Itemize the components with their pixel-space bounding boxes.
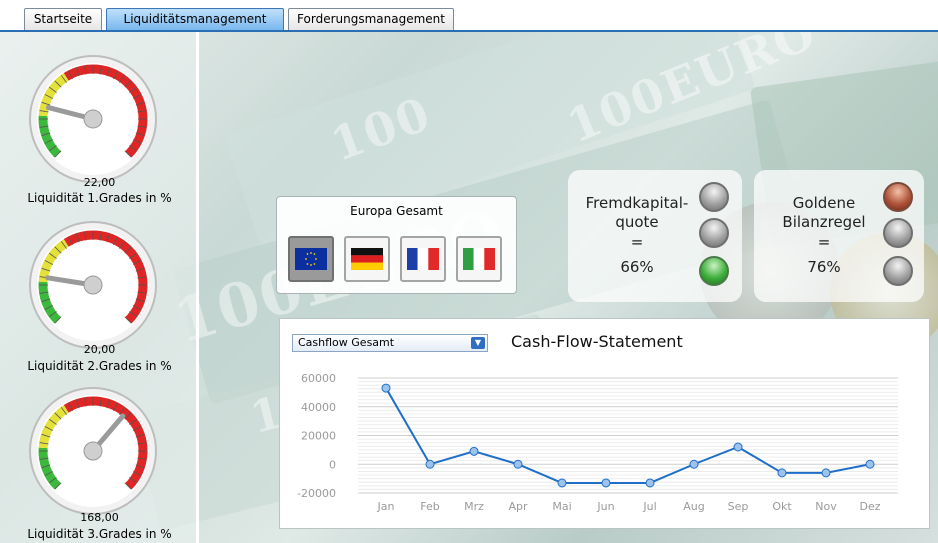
status-light-red-icon (883, 182, 913, 212)
liquidity-2-gauge (29, 221, 157, 349)
flag-eu-button[interactable] (288, 236, 334, 282)
tab-bar: Startseite Liquiditätsmanagement Forderu… (0, 0, 938, 32)
cashflow-panel: Cashflow Gesamt ▼ Cash-Flow-Statement 60… (279, 318, 930, 529)
x-tick-label: Nov (815, 500, 837, 513)
status-light-icon (699, 218, 729, 248)
y-tick-label: 40000 (301, 401, 336, 414)
fremdkapital-label-line2: quote (615, 213, 659, 231)
flag-italy-button[interactable] (456, 236, 502, 282)
liquidity-1-gauge (29, 55, 157, 183)
tab-forderungsmanagement[interactable]: Forderungsmanagement (288, 8, 454, 30)
liquidity-2-label: Liquidität 2.Grades in % (27, 359, 172, 373)
bilanzregel-label-line2: Bilanzregel (782, 213, 866, 231)
liquidity-3-value: 168,00 (80, 511, 119, 524)
italy-flag-icon (463, 248, 495, 270)
x-tick-label: Okt (772, 500, 792, 513)
data-point (601, 478, 611, 488)
region-selector-panel: Europa Gesamt (276, 196, 517, 294)
liquidity-3-label: Liquidität 3.Grades in % (27, 527, 172, 541)
data-point (689, 459, 699, 469)
status-light-green-icon (699, 256, 729, 286)
data-point (557, 478, 567, 488)
goldene-bilanzregel-panel: Goldene Bilanzregel = 76% (754, 170, 924, 302)
data-point (645, 478, 655, 488)
data-point (733, 442, 743, 452)
fremdkapital-value: 66% (620, 258, 654, 276)
x-tick-label: Aug (683, 500, 704, 513)
cashflow-line-chart: 60000 40000 20000 0 -20000 Jan Feb Mrz Apr Mai Ju… (297, 372, 898, 513)
y-tick-label: -20000 (297, 487, 336, 500)
liquidity-1-label: Liquidität 1.Grades in % (27, 191, 172, 205)
bilanzregel-label-line1: Goldene (792, 194, 856, 212)
data-point (469, 446, 479, 456)
region-title: Europa Gesamt (350, 204, 443, 218)
x-tick-label: Mai (552, 500, 571, 513)
flag-france-button[interactable] (400, 236, 446, 282)
y-tick-label: 20000 (301, 430, 336, 443)
data-point (821, 468, 831, 478)
x-tick-label: Jul (642, 500, 656, 513)
tab-liquiditaetsmanagement[interactable]: Liquiditätsmanagement (106, 8, 284, 30)
x-tick-label: Mrz (464, 500, 484, 513)
status-light-icon (883, 256, 913, 286)
status-light-icon (699, 182, 729, 212)
data-point (381, 383, 391, 393)
flag-germany-button[interactable] (344, 236, 390, 282)
liquidity-2-value: 20,00 (83, 343, 116, 356)
y-tick-label: 60000 (301, 372, 336, 385)
bilanzregel-equals: = (817, 233, 831, 251)
x-tick-label: Jun (596, 500, 614, 513)
data-point (865, 459, 875, 469)
status-light-icon (883, 218, 913, 248)
tab-startseite[interactable]: Startseite (24, 8, 102, 30)
fremdkapitalquote-panel: Fremdkapital- quote = 66% (568, 170, 742, 302)
data-point (513, 459, 523, 469)
x-tick-label: Feb (420, 500, 439, 513)
data-point (425, 459, 435, 469)
x-tick-label: Jan (377, 500, 395, 513)
fremdkapital-equals: = (630, 233, 644, 251)
bilanzregel-value: 76% (807, 258, 841, 276)
eu-flag-icon (295, 248, 327, 270)
x-tick-label: Sep (728, 500, 749, 513)
x-tick-label: Dez (859, 500, 880, 513)
germany-flag-icon (351, 248, 383, 270)
y-tick-label: 0 (329, 458, 336, 471)
france-flag-icon (407, 248, 439, 270)
x-tick-label: Apr (508, 500, 528, 513)
liquidity-1-value: 22,00 (83, 176, 116, 189)
liquidity-3-gauge (29, 387, 157, 515)
data-point (777, 468, 787, 478)
fremdkapital-label-line1: Fremdkapital- (585, 194, 689, 212)
